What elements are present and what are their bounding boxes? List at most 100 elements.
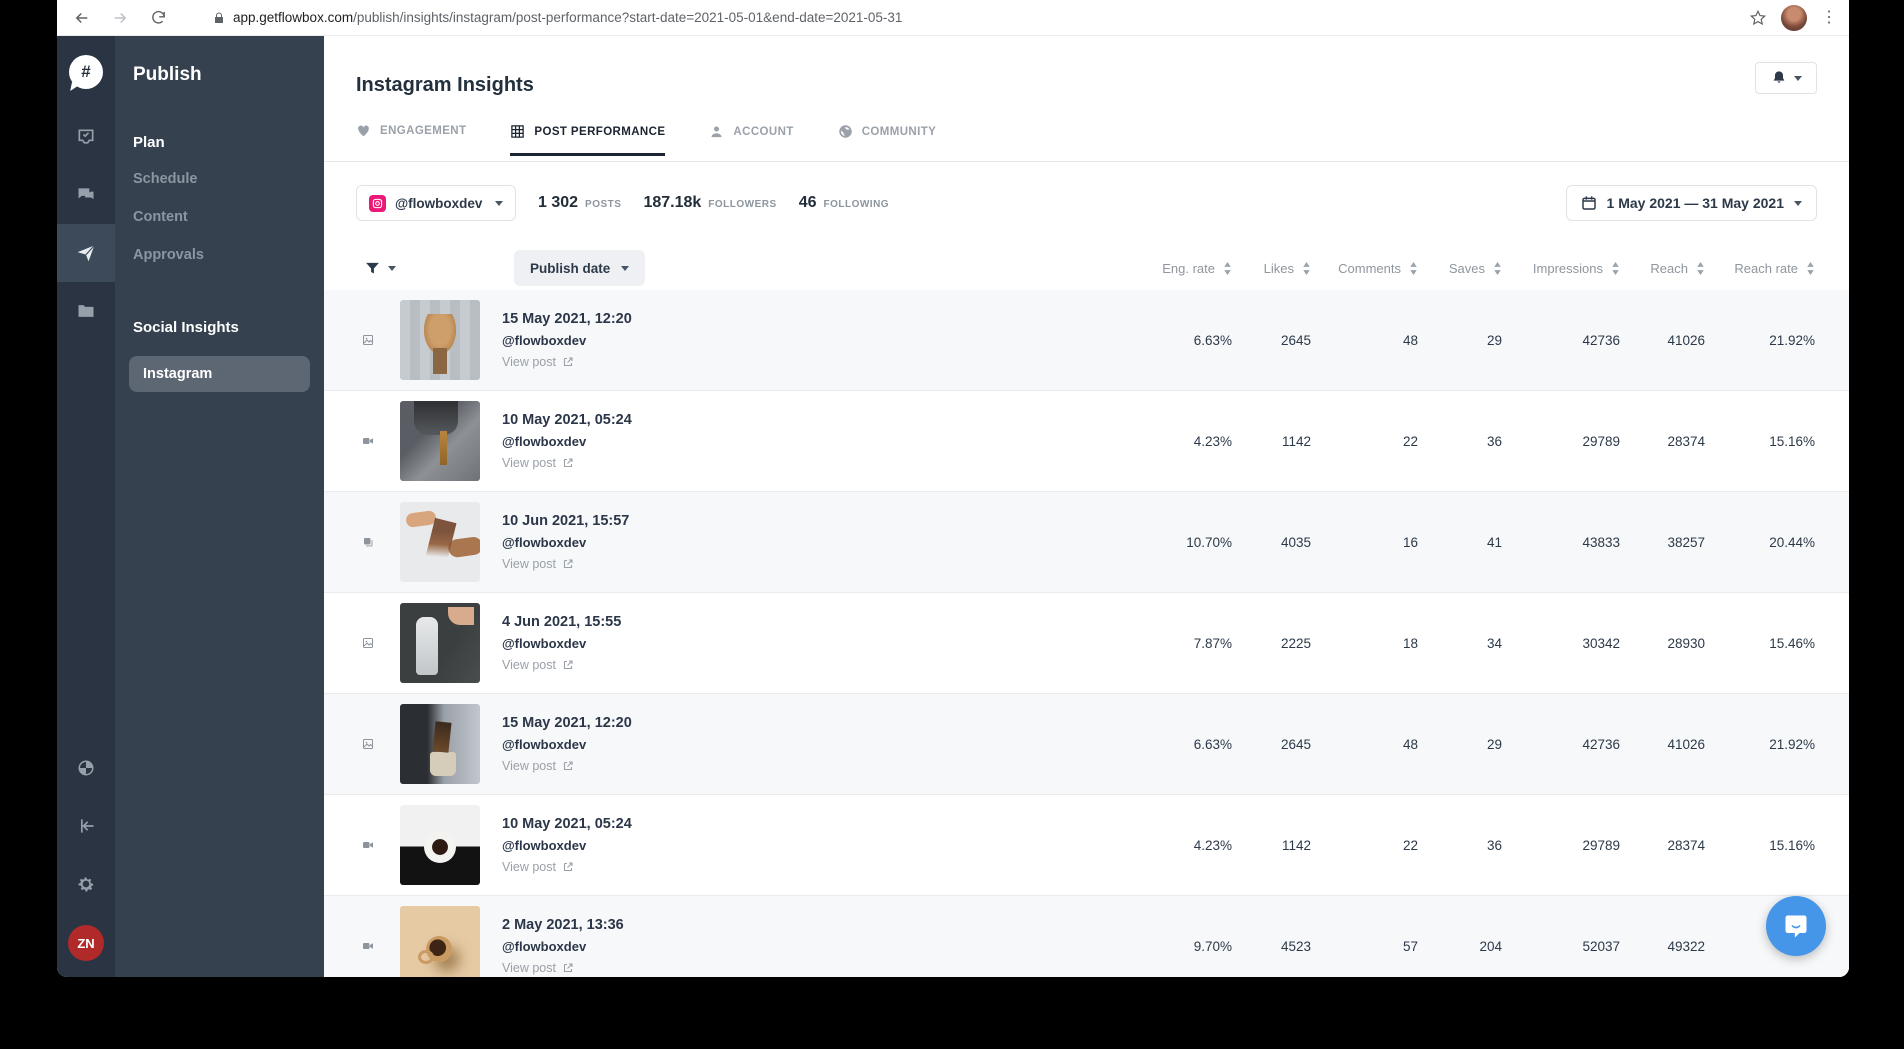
url-bar[interactable]: app.getflowbox.com/publish/insights/inst…	[233, 10, 1739, 25]
cell-saves: 29	[1486, 736, 1502, 752]
stat-following: 46 FOLLOWING	[799, 194, 889, 212]
post-date: 15 May 2021, 12:20	[502, 311, 632, 327]
page-title: Instagram Insights	[356, 74, 534, 96]
flowbox-logo[interactable]: #	[57, 36, 115, 108]
column-header[interactable]: Comments	[1311, 261, 1418, 276]
stat-value: 1 302	[538, 194, 579, 211]
cell-likes: 2645	[1280, 736, 1311, 752]
rail-item-library[interactable]	[57, 282, 115, 340]
cell-likes: 1142	[1281, 433, 1311, 449]
back-icon[interactable]	[71, 7, 93, 29]
tab-engagement[interactable]: ENGAGEMENT	[356, 124, 466, 152]
tab-post-performance[interactable]: POST PERFORMANCE	[510, 124, 666, 156]
cell-likes: 4523	[1280, 938, 1311, 954]
table-row[interactable]: 10 May 2021, 05:24 @flowboxdev View post…	[324, 795, 1849, 896]
view-post-link[interactable]: View post	[502, 658, 621, 672]
browser-profile-avatar[interactable]	[1781, 4, 1807, 31]
gear-icon	[78, 877, 94, 892]
post-handle: @flowboxdev	[502, 838, 587, 853]
date-range-picker[interactable]: 1 May 2021 — 31 May 2021	[1565, 185, 1817, 221]
table-row[interactable]: 10 Jun 2021, 15:57 @flowboxdev View post…	[324, 492, 1849, 593]
table-row[interactable]: 10 May 2021, 05:24 @flowboxdev View post…	[324, 391, 1849, 492]
reload-icon[interactable]	[147, 7, 169, 29]
cell-saves: 29	[1486, 332, 1502, 348]
cell-likes: 2225	[1280, 635, 1311, 651]
forward-icon[interactable]	[109, 7, 131, 29]
view-post-link[interactable]: View post	[502, 759, 632, 773]
post-date: 2 May 2021, 13:36	[502, 917, 624, 933]
sidebar-title: Publish	[133, 64, 202, 85]
column-header[interactable]: Eng. rate	[1122, 261, 1232, 276]
filter-funnel-button[interactable]	[364, 260, 396, 277]
cell-comments: 48	[1402, 332, 1418, 348]
view-post-link[interactable]: View post	[502, 860, 632, 874]
column-headers: Eng. rate Likes Comments Saves Impressions Re…	[1122, 261, 1849, 276]
stat-posts: 1 302 POSTS	[538, 194, 621, 212]
sidebar-item-content[interactable]: Content	[133, 209, 306, 225]
browser-menu-icon[interactable]: ⋮	[1821, 9, 1837, 25]
filter-row: @flowboxdev 1 302 POSTS 187.18k FOLLOWER…	[356, 184, 1817, 222]
cell-comments: 57	[1402, 938, 1418, 954]
post-thumbnail[interactable]	[400, 704, 480, 784]
column-header[interactable]: Impressions	[1502, 261, 1620, 276]
table-header: Publish date Eng. rate Likes Comments Saves…	[324, 248, 1849, 288]
inbox-icon	[78, 129, 94, 144]
post-meta: 10 May 2021, 05:24 @flowboxdev View post	[502, 412, 632, 470]
column-header[interactable]: Reach rate	[1705, 261, 1815, 276]
cell-impressions: 42736	[1582, 736, 1620, 752]
table-row[interactable]: 2 May 2021, 13:36 @flowboxdev View post …	[324, 896, 1849, 977]
post-thumbnail[interactable]	[400, 805, 480, 885]
padlock-icon[interactable]	[213, 11, 225, 25]
view-post-link[interactable]: View post	[502, 355, 632, 369]
column-header[interactable]: Likes	[1232, 261, 1311, 276]
external-link-icon	[563, 963, 573, 973]
funnel-icon	[366, 262, 379, 273]
sidebar-item-approvals[interactable]: Approvals	[133, 247, 306, 263]
post-handle: @flowboxdev	[502, 535, 587, 550]
post-thumbnail[interactable]	[400, 906, 480, 977]
cell-saves: 41	[1486, 534, 1502, 550]
sidebar-item-schedule[interactable]: Schedule	[133, 171, 306, 187]
column-header[interactable]: Reach	[1620, 261, 1705, 276]
cell-likes: 2645	[1280, 332, 1311, 348]
table-row[interactable]: 15 May 2021, 12:20 @flowboxdev View post…	[324, 694, 1849, 795]
column-header[interactable]: Saves	[1418, 261, 1502, 276]
toolbar-right: ⋮	[1749, 4, 1837, 31]
cell-reach: 41026	[1667, 332, 1705, 348]
account-selector[interactable]: @flowboxdev	[356, 185, 516, 221]
view-post-label: View post	[502, 860, 556, 874]
chat-launcher-button[interactable]	[1766, 896, 1826, 956]
row-left: 2 May 2021, 13:36 @flowboxdev View post	[324, 906, 1122, 977]
rail-item-globe[interactable]	[57, 739, 115, 797]
post-thumbnail[interactable]	[400, 401, 480, 481]
rail-item-inbox[interactable]	[57, 108, 115, 166]
cell-impressions: 30342	[1582, 635, 1620, 651]
table-body: 15 May 2021, 12:20 @flowboxdev View post…	[324, 290, 1849, 977]
rail-item-settings[interactable]	[57, 855, 115, 913]
rail-item-publish[interactable]	[57, 224, 115, 282]
view-post-link[interactable]: View post	[502, 961, 624, 975]
table-row[interactable]: 15 May 2021, 12:20 @flowboxdev View post…	[324, 290, 1849, 391]
image-type-icon	[363, 335, 373, 345]
sidebar-item-instagram[interactable]: Instagram	[129, 356, 310, 392]
sort-by-dropdown[interactable]: Publish date	[514, 250, 646, 286]
user-avatar[interactable]: ZN	[68, 925, 104, 961]
table-row[interactable]: 4 Jun 2021, 15:55 @flowboxdev View post …	[324, 593, 1849, 694]
post-thumbnail[interactable]	[400, 300, 480, 380]
rail-item-conversations[interactable]	[57, 166, 115, 224]
view-post-link[interactable]: View post	[502, 557, 629, 571]
row-metrics: 10.70% 4035 16 41 43833 38257 20.44%	[1122, 535, 1849, 550]
post-type-cell	[324, 431, 374, 451]
post-thumbnail[interactable]	[400, 502, 480, 582]
main-content: Instagram Insights ENGAGEMENT POST PERFO…	[324, 36, 1849, 977]
view-post-label: View post	[502, 456, 556, 470]
view-post-link[interactable]: View post	[502, 456, 632, 470]
cell-impressions: 52037	[1582, 938, 1620, 954]
bookmark-star-icon[interactable]	[1749, 9, 1767, 27]
tab-account[interactable]: ACCOUNT	[709, 124, 793, 153]
notifications-button[interactable]	[1755, 62, 1817, 94]
tab-community[interactable]: COMMUNITY	[838, 124, 937, 153]
cell-reach-rate: 21.92%	[1769, 332, 1815, 348]
rail-item-collapse[interactable]	[57, 797, 115, 855]
post-thumbnail[interactable]	[400, 603, 480, 683]
